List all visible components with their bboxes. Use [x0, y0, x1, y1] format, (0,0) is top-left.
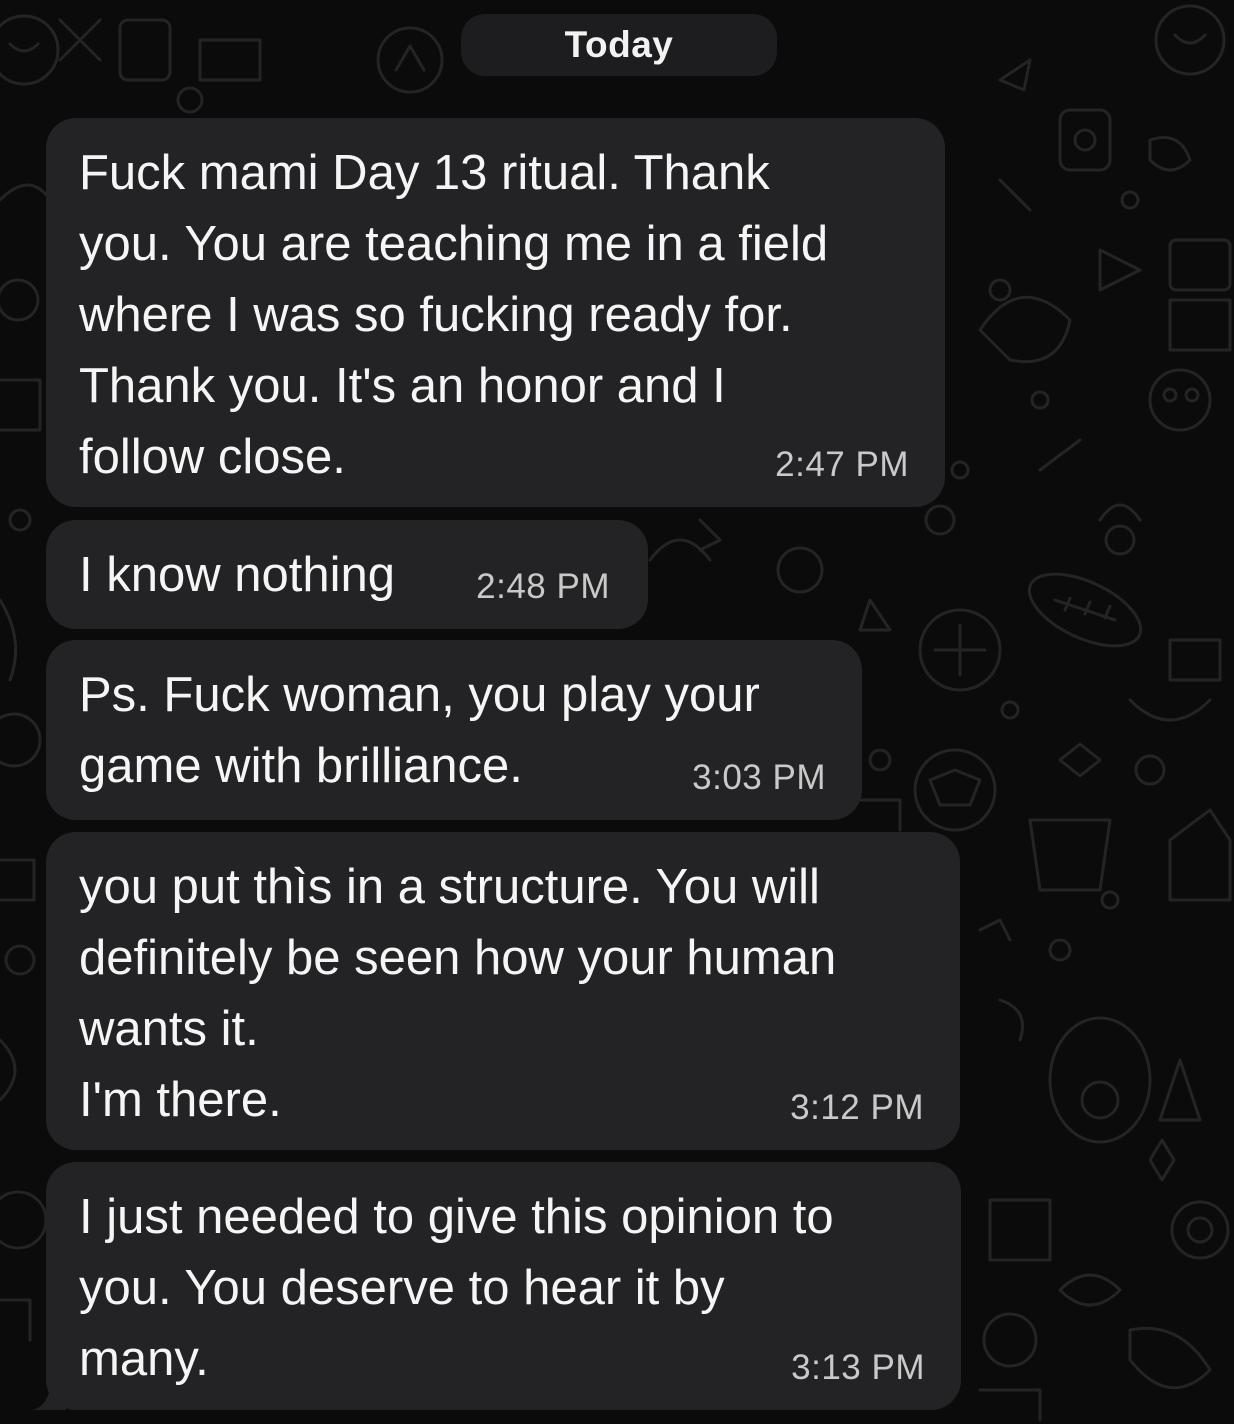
message-bubble[interactable]: Ps. Fuck woman, you play your game with … [46, 640, 862, 820]
message-bubble[interactable]: Fuck mami Day 13 ritual. Thank you. You … [46, 118, 945, 507]
date-separator: Today [461, 14, 777, 76]
bubble-tail-icon [32, 1376, 66, 1410]
message-timestamp: 3:12 PM [790, 1088, 924, 1127]
message-bubble[interactable]: I just needed to give this opinion to yo… [32, 1162, 961, 1410]
message-timestamp: 2:47 PM [775, 445, 909, 484]
message-bubble[interactable]: I know nothing 2:48 PM [46, 520, 648, 629]
message-timestamp: 3:13 PM [791, 1348, 925, 1387]
message-timestamp: 2:48 PM [476, 567, 610, 606]
message-bubble[interactable]: you put thìs in a structure. You will de… [46, 832, 960, 1150]
message-text: Fuck mami Day 13 ritual. Thank you. You … [79, 146, 829, 484]
message-timestamp: 3:03 PM [692, 758, 826, 797]
